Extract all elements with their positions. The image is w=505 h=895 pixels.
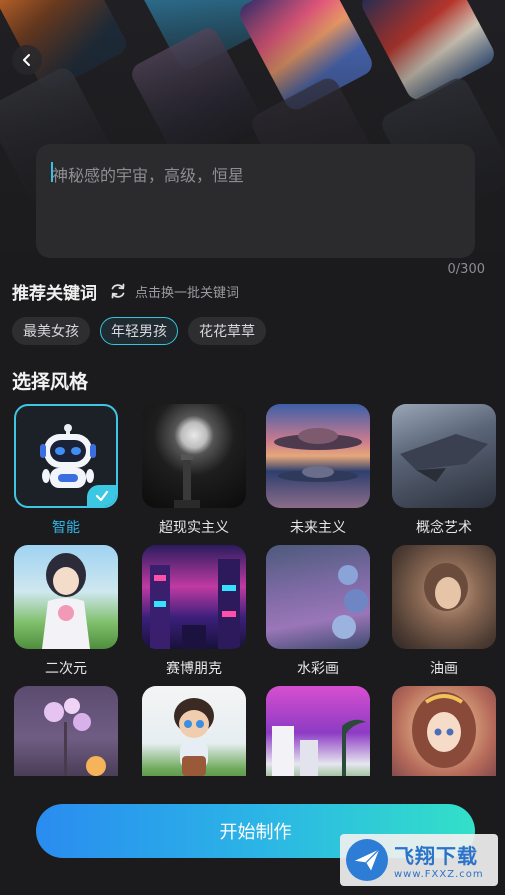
refresh-icon [111, 283, 125, 299]
style-label: 超现实主义 [159, 520, 229, 536]
lighthouse-icon [174, 454, 200, 508]
style-option-cyberpunk[interactable]: 赛博朋克 [142, 545, 246, 678]
style-thumbnail [266, 686, 370, 776]
style-label: 未来主义 [290, 520, 346, 536]
prompt-input[interactable]: 神秘感的宇宙，高级，恒星 [36, 144, 475, 258]
style-option-futurism[interactable]: 未来主义 [266, 404, 370, 537]
style-thumbnail [14, 686, 118, 776]
style-thumbnail [266, 545, 370, 649]
refresh-label: 点击换一批关键词 [135, 285, 240, 301]
neon-city-icon [150, 559, 240, 649]
style-option-surrealism[interactable]: 超现实主义 [142, 404, 246, 537]
style-thumbnail [142, 686, 246, 776]
style-thumbnail [14, 545, 118, 649]
prompt-placeholder: 神秘感的宇宙，高级，恒星 [52, 166, 245, 185]
style-option-smart[interactable]: 智能 [14, 404, 118, 537]
style-thumbnail [142, 545, 246, 649]
watermark-url: www.FXXZ.com [394, 869, 484, 880]
keyword-chip-selected[interactable]: 年轻男孩 [100, 317, 178, 345]
spaceship-icon [278, 466, 358, 482]
style-option-concept-art[interactable]: 概念艺术 [392, 404, 496, 537]
style-option[interactable] [14, 686, 118, 776]
portrait-figure [424, 563, 468, 611]
style-thumbnail [142, 404, 246, 508]
style-option-oil-painting[interactable]: 油画 [392, 545, 496, 678]
paper-plane-icon [354, 849, 380, 871]
style-label: 概念艺术 [416, 520, 472, 536]
style-option-watercolor[interactable]: 水彩画 [266, 545, 370, 678]
style-label: 赛博朋克 [166, 661, 222, 677]
blossom-tree-icon [44, 698, 106, 776]
keyword-chip[interactable]: 花花草草 [188, 317, 266, 345]
princess-figure [412, 692, 476, 768]
character-counter: 0/300 [447, 262, 485, 277]
selected-check-badge [87, 485, 116, 506]
style-thumbnail [392, 404, 496, 508]
check-icon [95, 490, 109, 502]
refresh-keywords-button[interactable]: 点击换一批关键词 [109, 282, 239, 301]
style-label: 二次元 [45, 661, 87, 677]
style-thumbnail [392, 686, 496, 776]
style-label: 油画 [430, 661, 458, 677]
flowers-icon [332, 565, 368, 639]
chevron-left-icon [23, 54, 30, 66]
anime-girl-figure [42, 553, 90, 649]
watermark-title: 飞翔下载 [394, 844, 478, 868]
style-section-title: 选择风格 [12, 371, 89, 393]
style-label: 水彩画 [297, 661, 339, 677]
robot-icon [40, 424, 96, 488]
style-option[interactable] [142, 686, 246, 776]
style-grid: 智能 超现实主义 未来主义 概念艺术 二次元 赛博朋克 水彩画 油画 [14, 404, 498, 776]
style-thumbnail [266, 404, 370, 508]
spacecraft-icon [400, 434, 488, 482]
style-option-anime[interactable]: 二次元 [14, 545, 118, 678]
city-palm-icon [272, 719, 366, 776]
cartoon-boy-figure [174, 698, 214, 776]
style-option[interactable] [392, 686, 496, 776]
style-thumbnail [14, 404, 118, 508]
back-button[interactable] [12, 45, 42, 75]
spaceship-icon [274, 428, 362, 450]
keyword-chips: 最美女孩 年轻男孩 花花草草 [12, 317, 266, 345]
style-label: 智能 [52, 520, 80, 536]
style-thumbnail [392, 545, 496, 649]
keywords-header: 推荐关键词 点击换一批关键词 [12, 280, 239, 304]
watermark: 飞翔下载 www.FXXZ.com [340, 834, 498, 886]
keywords-title: 推荐关键词 [12, 283, 97, 304]
watermark-logo-icon [346, 839, 388, 881]
keyword-chip[interactable]: 最美女孩 [12, 317, 90, 345]
style-option[interactable] [266, 686, 370, 776]
